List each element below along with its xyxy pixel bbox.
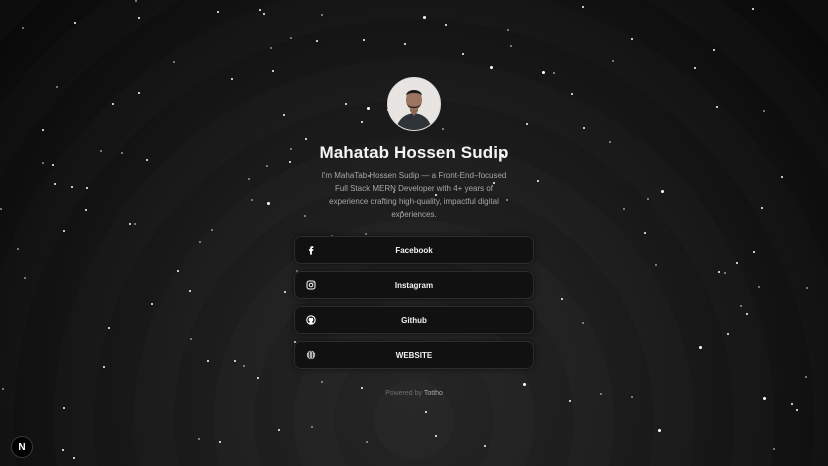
- globe-icon: [305, 349, 317, 361]
- github-icon: [305, 314, 317, 326]
- profile-card: Mahatab Hossen Sudip I'm MahaTab Hossen …: [0, 0, 828, 397]
- avatar[interactable]: [387, 77, 441, 131]
- avatar-image: [388, 78, 440, 130]
- star: [658, 429, 661, 432]
- link-list: Facebook Instagram Github WEBSITE: [294, 236, 534, 369]
- github-link-button[interactable]: Github: [294, 306, 534, 334]
- powered-by-brand-link[interactable]: Tottho: [424, 390, 443, 397]
- star: [796, 409, 798, 411]
- instagram-link-button[interactable]: Instagram: [294, 271, 534, 299]
- star: [773, 448, 775, 450]
- profile-name: Mahatab Hossen Sudip: [319, 143, 509, 162]
- star: [219, 441, 221, 443]
- powered-by-footer: Powered by Tottho: [385, 390, 443, 397]
- star: [366, 441, 368, 443]
- powered-by-prefix: Powered by: [385, 390, 423, 397]
- website-link-label: WEBSITE: [395, 350, 433, 360]
- instagram-link-label: Instagram: [394, 280, 434, 290]
- star: [198, 438, 200, 440]
- star: [763, 397, 766, 400]
- star: [425, 411, 427, 413]
- star: [311, 426, 313, 428]
- profile-bio: I'm MahaTab Hossen Sudip — a Front-End–f…: [321, 171, 507, 219]
- star: [62, 449, 64, 451]
- nextjs-icon[interactable]: N: [11, 436, 33, 458]
- star: [484, 445, 486, 447]
- star: [791, 403, 793, 405]
- star: [63, 407, 65, 409]
- nextjs-badge-letter: N: [18, 441, 26, 453]
- github-link-label: Github: [401, 315, 427, 325]
- page-background: Mahatab Hossen Sudip I'm MahaTab Hossen …: [0, 0, 828, 466]
- website-link-button[interactable]: WEBSITE: [294, 341, 534, 369]
- facebook-link-label: Facebook: [395, 245, 433, 255]
- instagram-icon: [305, 279, 317, 291]
- star: [278, 429, 280, 431]
- facebook-link-button[interactable]: Facebook: [294, 236, 534, 264]
- star: [569, 400, 571, 402]
- star: [73, 457, 75, 459]
- star: [435, 435, 437, 437]
- facebook-icon: [305, 244, 317, 256]
